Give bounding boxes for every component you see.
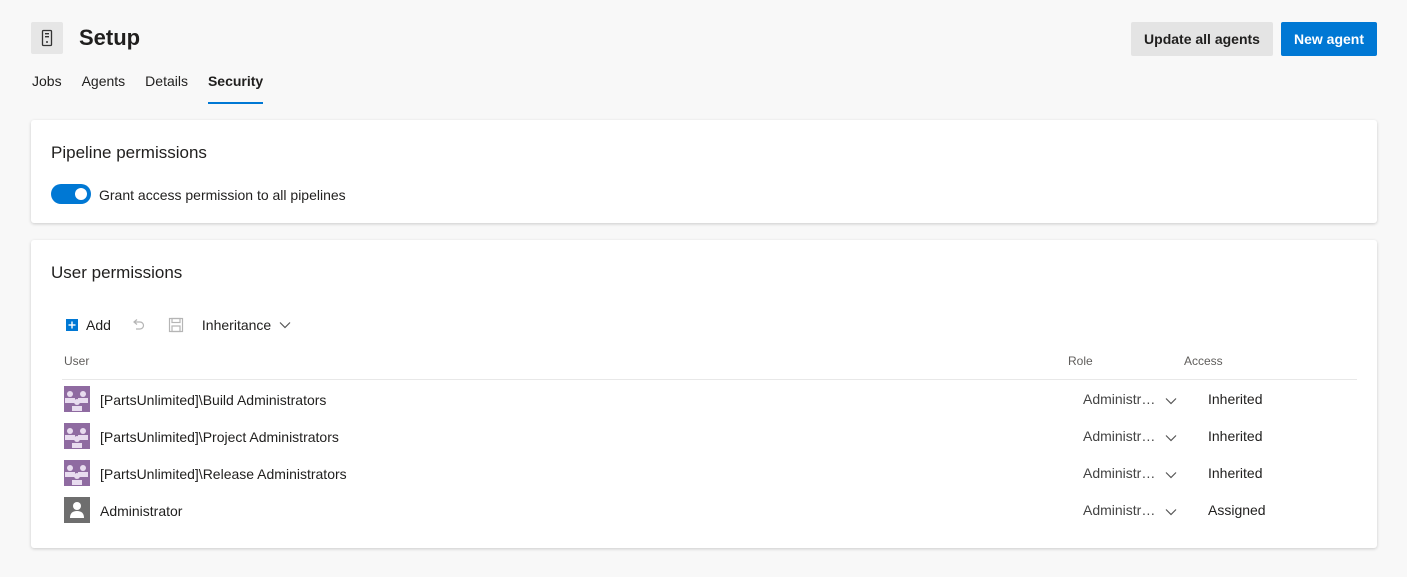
- user-permissions-title: User permissions: [51, 263, 183, 282]
- pipeline-permissions-title: Pipeline permissions: [51, 143, 207, 162]
- table-row[interactable]: [PartsUnlimited]\Build Administrators Ad…: [64, 380, 1357, 417]
- grant-access-label: Grant access permission to all pipelines: [99, 187, 346, 203]
- add-button[interactable]: Add: [64, 317, 111, 333]
- add-label: Add: [86, 317, 111, 333]
- tab-bar: Jobs Agents Details Security: [32, 70, 283, 104]
- agent-pool-icon: [31, 22, 63, 54]
- chevron-down-icon: [1165, 392, 1177, 410]
- role-value: Administrator: [1083, 465, 1157, 481]
- user-name: [PartsUnlimited]\Build Administrators: [100, 392, 327, 408]
- table-row[interactable]: [PartsUnlimited]\Project Administrators …: [64, 417, 1357, 454]
- role-dropdown[interactable]: Administrator: [1083, 462, 1179, 484]
- inheritance-dropdown[interactable]: Inheritance: [202, 317, 293, 333]
- save-icon[interactable]: [168, 317, 184, 333]
- tab-jobs[interactable]: Jobs: [32, 70, 62, 104]
- group-icon: [64, 386, 90, 412]
- access-value: Assigned: [1208, 502, 1266, 518]
- table-row[interactable]: [PartsUnlimited]\Release Administrators …: [64, 454, 1357, 491]
- page-header: Setup Update all agents New agent: [31, 22, 1377, 62]
- role-value: Administrator: [1083, 391, 1157, 407]
- user-name: [PartsUnlimited]\Release Administrators: [100, 466, 347, 482]
- page-title: Setup: [79, 25, 141, 50]
- chevron-down-icon: [1165, 466, 1177, 484]
- access-value: Inherited: [1208, 465, 1263, 481]
- column-header-role: Role: [1068, 354, 1093, 368]
- undo-icon[interactable]: [130, 317, 146, 333]
- access-value: Inherited: [1208, 391, 1263, 407]
- chevron-down-icon: [277, 317, 293, 333]
- role-value: Administrator: [1083, 428, 1157, 444]
- access-value: Inherited: [1208, 428, 1263, 444]
- user-name: [PartsUnlimited]\Project Administrators: [100, 429, 339, 445]
- user-permissions-card: User permissions Add Inheritance User Ro…: [31, 240, 1377, 548]
- column-header-user: User: [64, 354, 90, 368]
- role-dropdown[interactable]: Administrator: [1083, 388, 1179, 410]
- user-icon: [64, 497, 90, 523]
- tab-security[interactable]: Security: [207, 70, 264, 104]
- tab-details[interactable]: Details: [145, 70, 188, 104]
- add-icon: [64, 317, 80, 333]
- inheritance-label: Inheritance: [201, 317, 272, 333]
- new-agent-button[interactable]: New agent: [1281, 22, 1377, 56]
- tab-agents[interactable]: Agents: [82, 70, 126, 104]
- pipeline-permissions-card: Pipeline permissions Grant access permis…: [31, 120, 1377, 223]
- permissions-toolbar: Add Inheritance: [64, 314, 293, 336]
- toggle-knob: [75, 188, 87, 200]
- user-name: Administrator: [100, 503, 183, 519]
- group-icon: [64, 423, 90, 449]
- role-value: Administrator: [1083, 502, 1157, 518]
- role-dropdown[interactable]: Administrator: [1083, 499, 1179, 521]
- table-row[interactable]: Administrator Administrator Assigned: [64, 491, 1357, 528]
- chevron-down-icon: [1165, 503, 1177, 521]
- group-icon: [64, 460, 90, 486]
- grant-access-toggle[interactable]: [51, 184, 91, 204]
- role-dropdown[interactable]: Administrator: [1083, 425, 1179, 447]
- column-header-access: Access: [1184, 354, 1223, 368]
- update-all-agents-button[interactable]: Update all agents: [1131, 22, 1273, 56]
- chevron-down-icon: [1165, 429, 1177, 447]
